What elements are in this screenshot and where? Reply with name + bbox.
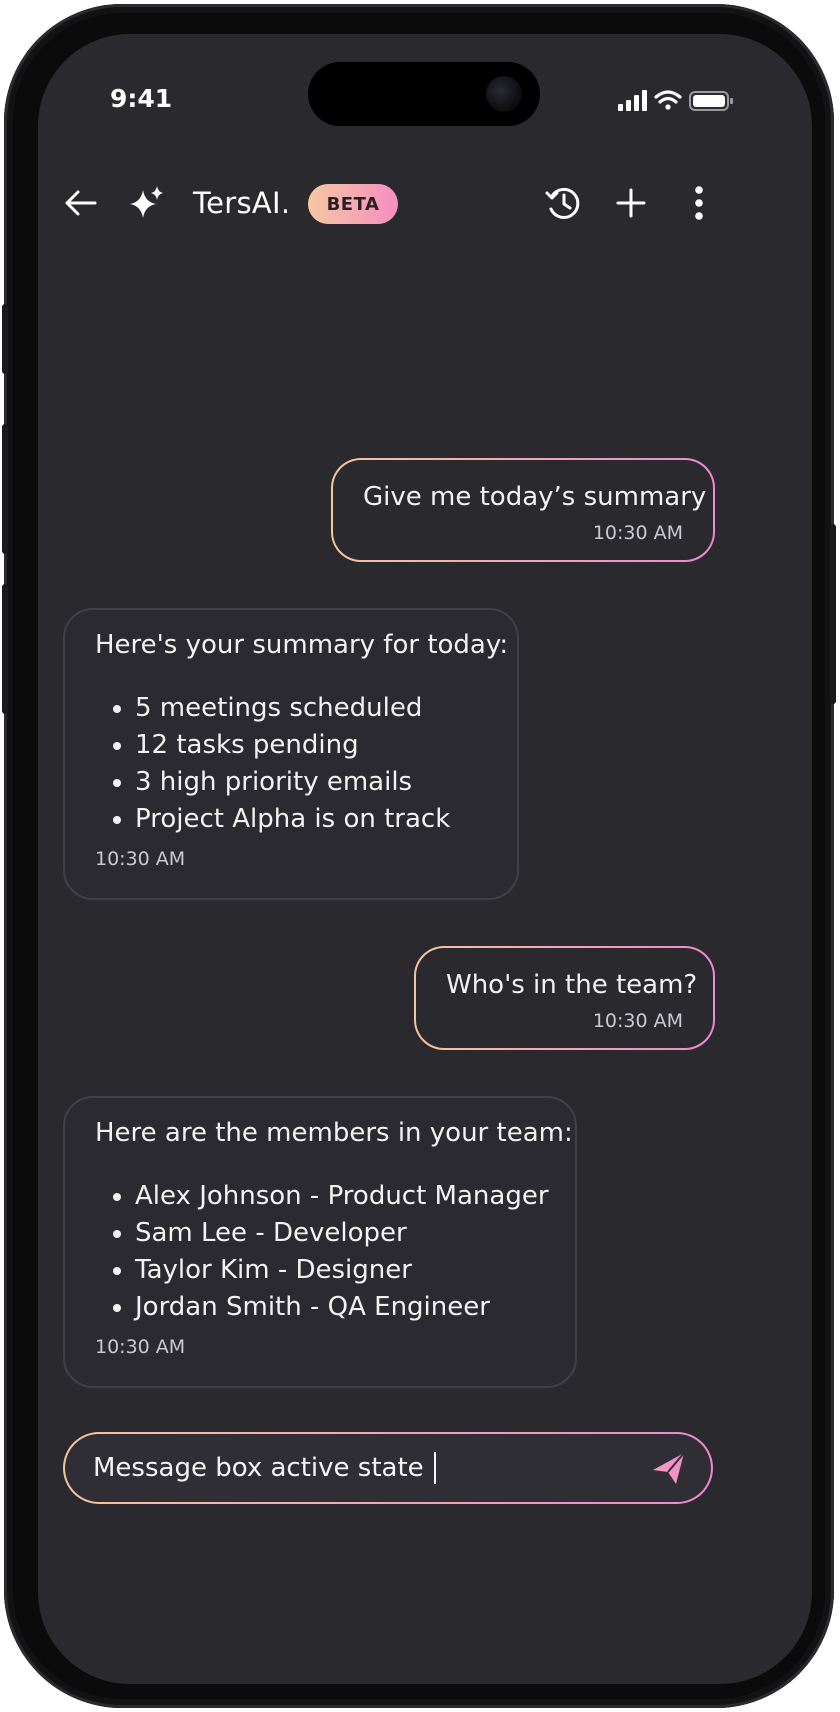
side-button-volume-down <box>2 584 8 714</box>
plus-icon <box>616 188 646 218</box>
dynamic-island <box>308 62 540 126</box>
user-message: Give me today’s summary 10:30 AM <box>331 458 715 562</box>
history-button[interactable] <box>538 178 588 228</box>
message-text: Give me today’s summary <box>363 482 707 512</box>
list-item: 12 tasks pending <box>135 727 517 764</box>
message-text: Who's in the team? <box>446 970 698 1000</box>
user-message: Who's in the team? 10:30 AM <box>414 946 715 1050</box>
side-button-action <box>2 304 8 374</box>
signal-icon <box>618 90 647 111</box>
side-button-power <box>830 524 836 704</box>
message-composer: Message box active state <box>63 1432 713 1504</box>
more-options-button[interactable] <box>674 178 724 228</box>
list-item: Alex Johnson - Product Manager <box>135 1178 575 1215</box>
message-timestamp: 10:30 AM <box>592 1010 683 1032</box>
list-item: Project Alpha is on track <box>135 801 517 838</box>
list-item: 3 high priority emails <box>135 764 517 801</box>
list-item: Taylor Kim - Designer <box>135 1252 575 1289</box>
app-title: TersAI. <box>193 186 291 220</box>
app-screen: 9:41 TersAI. BETA Give me today’s summar… <box>38 34 812 1684</box>
list-item: 5 meetings scheduled <box>135 690 517 727</box>
back-button[interactable] <box>56 178 106 228</box>
send-button[interactable] <box>647 1446 691 1490</box>
arrow-left-icon <box>65 190 97 216</box>
status-icons <box>618 88 738 112</box>
text-caret <box>433 1452 436 1484</box>
message-text: Here's your summary for today: <box>95 630 509 660</box>
summary-list: 5 meetings scheduled 12 tasks pending 3 … <box>65 690 517 838</box>
wifi-icon <box>654 90 682 110</box>
sparkle-icon <box>122 178 172 228</box>
app-header: TersAI. BETA <box>38 174 812 244</box>
beta-badge: BETA <box>308 184 398 224</box>
phone-frame: 9:41 TersAI. BETA Give me today’s summar… <box>2 4 836 1708</box>
side-button-volume-up <box>2 424 8 554</box>
battery-icon <box>689 91 733 111</box>
message-text: Here are the members in your team: <box>95 1118 573 1148</box>
message-input-value: Message box active state <box>93 1453 424 1483</box>
message-timestamp: 10:30 AM <box>95 848 186 870</box>
list-item: Sam Lee - Developer <box>135 1215 575 1252</box>
status-time: 9:41 <box>110 84 173 113</box>
camera-icon <box>486 76 522 112</box>
new-chat-button[interactable] <box>606 178 656 228</box>
team-list: Alex Johnson - Product Manager Sam Lee -… <box>65 1178 575 1326</box>
send-icon <box>653 1452 685 1484</box>
assistant-message: Here are the members in your team: Alex … <box>63 1096 577 1388</box>
assistant-message: Here's your summary for today: 5 meeting… <box>63 608 519 900</box>
list-item: Jordan Smith - QA Engineer <box>135 1289 575 1326</box>
message-timestamp: 10:30 AM <box>592 522 683 544</box>
history-icon <box>545 188 580 219</box>
message-timestamp: 10:30 AM <box>95 1336 186 1358</box>
more-vertical-icon <box>695 186 703 220</box>
message-input[interactable]: Message box active state <box>93 1434 633 1502</box>
